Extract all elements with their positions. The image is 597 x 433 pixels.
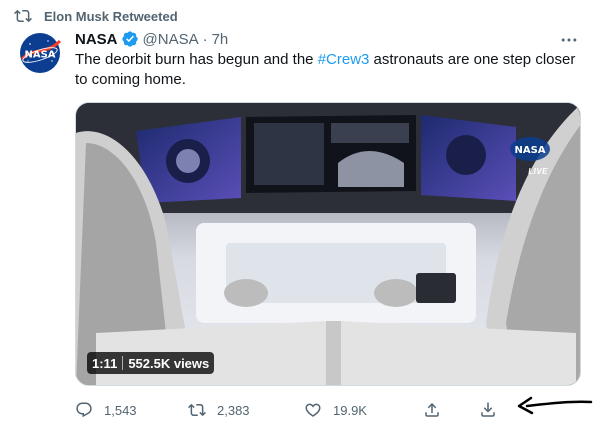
tweet-text: The deorbit burn has begun and the #Crew… xyxy=(75,50,590,90)
share-button[interactable] xyxy=(423,398,441,422)
video-player[interactable]: NASA LIVE 1:11 552.5K views xyxy=(75,102,581,386)
reply-button[interactable]: 1,543 xyxy=(75,398,137,422)
video-frame xyxy=(76,103,580,385)
retweet-button[interactable]: 2,383 xyxy=(188,398,250,422)
tweet-text-before: The deorbit burn has begun and the xyxy=(75,51,318,68)
hashtag-link[interactable]: #Crew3 xyxy=(318,51,370,68)
retweet-icon xyxy=(188,403,206,417)
author-handle[interactable]: @NASA xyxy=(143,31,199,48)
annotation-arrow-icon xyxy=(517,396,593,415)
retweet-context[interactable]: Elon Musk Retweeted xyxy=(14,6,178,26)
more-options-icon[interactable] xyxy=(559,30,579,50)
video-duration: 1:11 xyxy=(92,355,118,371)
tweet-actions: 1,543 2,383 19.9K xyxy=(75,398,515,422)
reply-icon xyxy=(76,402,92,418)
retweet-icon xyxy=(14,9,32,23)
avatar-text: NASA xyxy=(24,50,55,61)
like-button[interactable]: 19.9K xyxy=(304,398,367,422)
download-button[interactable] xyxy=(479,398,497,422)
video-stats-badge: 1:11 552.5K views xyxy=(87,352,215,374)
heart-icon xyxy=(305,403,321,417)
author-name[interactable]: NASA xyxy=(75,31,118,48)
nasa-live-logo: NASA xyxy=(508,135,552,163)
video-views: 552.5K views xyxy=(128,355,210,371)
live-label: LIVE xyxy=(528,167,548,176)
tweet-timestamp[interactable]: 7h xyxy=(212,31,229,48)
reply-count: 1,543 xyxy=(104,402,137,418)
share-icon xyxy=(425,402,439,417)
retweet-label[interactable]: Elon Musk Retweeted xyxy=(44,9,178,24)
verified-badge-icon xyxy=(121,31,138,47)
retweet-count: 2,383 xyxy=(217,402,250,418)
download-icon xyxy=(481,402,495,417)
live-logo-text: NASA xyxy=(514,145,545,156)
like-count: 19.9K xyxy=(333,402,367,418)
tweet-header: NASA @NASA · 7h xyxy=(75,28,228,50)
avatar[interactable]: NASA xyxy=(16,29,64,77)
header-separator: · xyxy=(202,30,208,48)
